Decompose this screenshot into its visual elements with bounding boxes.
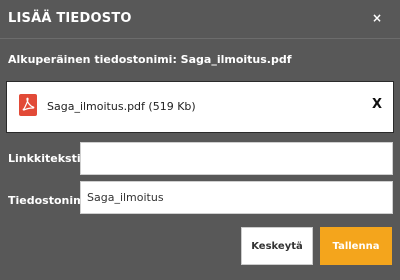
link-text-label: Linkkiteksti (8, 152, 81, 165)
cancel-button[interactable]: Keskeytä (241, 227, 313, 265)
file-name-label: Saga_ilmoitus.pdf (519 Kb) (47, 100, 196, 113)
remove-file-icon[interactable]: X (369, 96, 385, 114)
dialog-header: LISÄÄ TIEDOSTO × (0, 0, 400, 39)
file-name-input[interactable] (80, 181, 393, 214)
attached-file: Saga_ilmoitus.pdf (519 Kb) X (6, 81, 394, 133)
link-text-input[interactable] (80, 142, 393, 175)
original-filename-text: Alkuperäinen tiedostonimi: Saga_ilmoitus… (8, 53, 292, 66)
save-button[interactable]: Tallenna (320, 227, 392, 265)
close-icon[interactable]: × (369, 9, 385, 27)
pdf-icon (19, 94, 37, 116)
file-name-field-label: Tiedostonimi (8, 194, 89, 207)
dialog-title: LISÄÄ TIEDOSTO (8, 11, 132, 26)
